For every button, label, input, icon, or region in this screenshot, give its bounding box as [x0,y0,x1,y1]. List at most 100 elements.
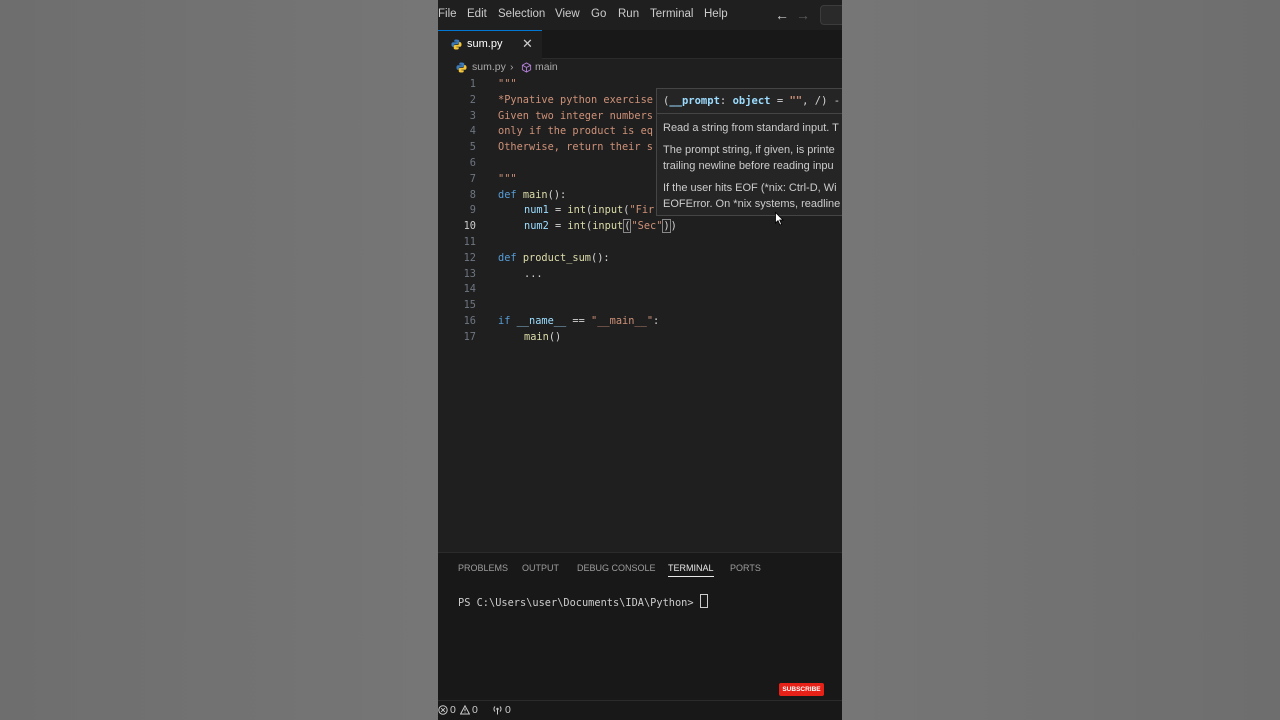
code-line-2: *Pynative python exercise [498,94,653,106]
keyword-def: def [498,252,517,264]
variable: num1 [524,204,549,216]
line-number: 2 [469,94,476,106]
bottom-panel: PROBLEMS OUTPUT DEBUG CONSOLE TERMINAL P… [438,552,842,701]
menu-view[interactable]: View [555,8,580,20]
menu-edit[interactable]: Edit [467,8,487,20]
variable: num2 [524,220,549,232]
hover-doc-line: If the user hits EOF (*nix: Ctrl-D, Wi [663,182,837,194]
line-number: 15 [463,299,476,311]
code-line-17: main() [524,331,561,343]
menu-terminal[interactable]: Terminal [650,8,693,20]
param-type: object [732,95,771,107]
menu-bar: File Edit Selection View Go Run Terminal… [438,0,842,30]
param-name: __prompt [669,95,720,107]
right-background [842,0,1280,720]
terminal-prompt: PS C:\Users\user\Documents\IDA\Python> [458,597,700,609]
punctuation: (): [591,252,610,264]
arrow-left-icon[interactable]: ← [775,7,789,23]
code-line-13: ... [524,268,543,280]
code-line-9: num1 = int(input("Fir [524,204,654,216]
punctuation: (): [547,189,567,201]
paren: ) [670,220,677,232]
builtin-int: int [567,220,587,232]
code-line-1: """ [498,78,517,90]
punctuation: : [719,95,733,107]
tab-label: sum.py [467,38,503,50]
line-number: 14 [463,283,476,295]
code-line-8: def main(): [498,189,566,201]
left-background [0,0,438,720]
error-icon [438,705,448,715]
arrow-right-icon[interactable]: → [796,7,810,23]
vscode-window: File Edit Selection View Go Run Terminal… [438,0,842,720]
tab-output[interactable]: OUTPUT [522,563,559,573]
terminal-line[interactable]: PS C:\Users\user\Documents\IDA\Python> [458,594,708,609]
code-line-7: """ [498,173,517,185]
builtin-input: input [592,220,624,232]
line-number-current: 10 [463,220,476,232]
line-number: 3 [469,110,476,122]
subscribe-button[interactable]: SUBSCRIBE [779,683,824,696]
tab-sum-py[interactable]: sum.py ✕ [438,30,542,59]
paren-match: ) [662,219,671,233]
error-count[interactable]: 0 [450,704,456,716]
code-line-3: Given two integer numbers [498,110,653,122]
broadcast-icon [493,706,502,715]
hover-tooltip: (__prompt: object = "", /) - Read a stri… [656,88,842,216]
operator: == [566,315,592,327]
hover-doc-line: The prompt string, if given, is printe [663,144,835,156]
line-number: 16 [463,315,476,327]
editor-tab-bar: sum.py ✕ [438,30,842,59]
tab-terminal[interactable]: TERMINAL [668,563,714,577]
line-number: 7 [469,173,476,185]
line-number: 1 [469,78,476,90]
operator: = [770,95,790,107]
line-number: 8 [469,189,476,201]
function-call: main [524,331,549,343]
tab-problems[interactable]: PROBLEMS [458,563,508,573]
line-number: 9 [469,204,476,216]
operator: = [548,220,568,232]
tab-debug-console[interactable]: DEBUG CONSOLE [577,563,656,573]
ports-count[interactable]: 0 [505,704,511,716]
operator: = [548,204,568,216]
line-number: 6 [469,157,476,169]
breadcrumb-separator: › [510,61,514,73]
hover-doc-line: Read a string from standard input. T [663,122,839,134]
menu-help[interactable]: Help [704,8,728,20]
code-line-16: if __name__ == "__main__": [498,315,659,327]
line-number: 12 [463,252,476,264]
keyword-if: if [498,315,511,327]
line-number: 5 [469,141,476,153]
python-icon [451,39,462,50]
python-icon [456,62,467,73]
command-center[interactable] [820,5,842,25]
breadcrumb: sum.py › main [438,58,842,78]
tab-ports[interactable]: PORTS [730,563,761,573]
menu-file[interactable]: File [438,8,457,20]
function-name: main [522,189,548,201]
menu-go[interactable]: Go [591,8,606,20]
cube-icon [521,62,532,73]
string: "Sec" [631,220,663,232]
warning-icon [460,705,470,715]
function-name: product_sum [522,252,592,264]
line-number: 13 [463,268,476,280]
hover-doc-line: trailing newline before reading inpu [663,160,834,172]
builtin-input: input [592,204,624,216]
string: "Fir [629,204,655,216]
signature-rest: , /) - [802,95,841,107]
breadcrumb-file[interactable]: sum.py [472,61,506,73]
code-line-10: num2 = int(input("Sec")) [524,219,677,233]
divider [657,113,842,114]
menu-run[interactable]: Run [618,8,639,20]
close-icon[interactable]: ✕ [522,36,533,52]
breadcrumb-symbol[interactable]: main [535,61,558,73]
line-number: 17 [463,331,476,343]
line-number: 4 [469,125,476,137]
warning-count[interactable]: 0 [472,704,478,716]
builtin-int: int [567,204,587,216]
string: "__main__" [591,315,654,327]
menu-selection[interactable]: Selection [498,8,545,20]
punctuation: : [653,315,660,327]
